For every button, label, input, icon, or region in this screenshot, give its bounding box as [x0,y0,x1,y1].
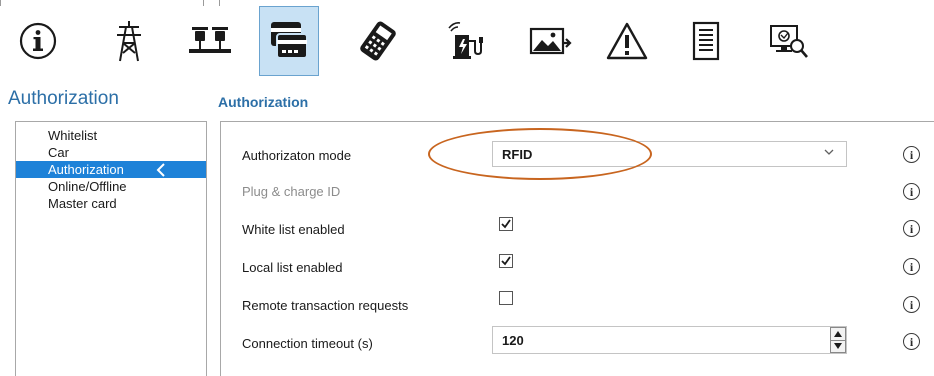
auth-mode-label: Authorizaton mode [242,148,352,163]
white-list-info-icon[interactable]: i [903,220,920,237]
page-title: Authorization [218,94,309,110]
sidebar-item-label: Master card [48,196,117,211]
auth-mode-info-icon[interactable]: i [903,146,920,163]
timeout-label: Connection timeout (s) [242,336,373,351]
image-export-icon [529,27,572,55]
chevron-left-icon [156,161,166,178]
sidebar-item-car[interactable]: Car [16,144,206,161]
white-list-checkbox[interactable] [499,217,513,231]
local-list-label: Local list enabled [242,260,343,275]
document-icon [692,21,720,61]
chevron-down-icon [824,148,834,159]
sidebar-item-whitelist[interactable]: Whitelist [16,127,206,144]
spin-down-button[interactable] [830,340,846,353]
auth-mode-select[interactable]: RFID [492,141,847,167]
plug-charge-info-icon[interactable]: i [903,183,920,200]
toolbar-info-button[interactable] [8,6,68,76]
sidebar-item-master-card[interactable]: Master card [16,195,206,212]
charging-station-icon [448,22,483,59]
card-reader-icon [271,22,308,59]
sidebar-item-label: Authorization [48,162,124,177]
sidebar-item-label: Online/Offline [48,179,127,194]
toolbar-grid-button[interactable] [99,6,159,76]
sidebar-item-online-offline[interactable]: Online/Offline [16,178,206,195]
timeout-spinbox[interactable]: 120 [492,326,847,354]
remote-tx-info-icon[interactable]: i [903,296,920,313]
info-icon [19,22,57,60]
info-glyph: i [909,259,914,274]
checkmark-icon [501,256,511,266]
sidebar-item-authorization[interactable]: Authorization [16,161,206,178]
toolbar-authorization-button[interactable] [259,6,319,76]
toolbar-remote-button[interactable] [758,6,818,76]
info-glyph: i [909,147,914,162]
remote-monitor-icon [770,25,808,58]
sidebar-item-label: Whitelist [48,128,98,143]
scale-icon [189,27,231,53]
remote-tx-checkbox[interactable] [499,291,513,305]
remote-tx-label: Remote transaction requests [242,298,409,313]
warning-icon [606,22,648,60]
sidebar-title: Authorization [8,88,119,109]
white-list-label: White list enabled [242,222,345,237]
toolbar-warning-button[interactable] [597,6,657,76]
triangle-up-icon [834,330,842,337]
auth-mode-value: RFID [502,147,533,162]
toolbar-payment-button[interactable] [348,6,408,76]
sidebar-item-label: Car [48,145,69,160]
timeout-value: 120 [502,333,524,348]
checkmark-icon [501,219,511,229]
timeout-info-icon[interactable]: i [903,333,920,350]
toolbar [0,6,934,76]
info-glyph: i [909,184,914,199]
info-glyph: i [909,221,914,236]
local-list-info-icon[interactable]: i [903,258,920,275]
local-list-checkbox[interactable] [499,254,513,268]
info-glyph: i [909,334,914,349]
spin-buttons [830,327,846,353]
power-pylon-icon [117,21,141,62]
toolbar-document-button[interactable] [676,6,736,76]
info-glyph: i [909,297,914,312]
spin-up-button[interactable] [830,327,846,341]
sidebar: Whitelist Car Authorization Online/Offli… [15,121,207,376]
plug-charge-label: Plug & charge ID [242,184,341,199]
toolbar-charging-button[interactable] [437,6,497,76]
toolbar-meter-button[interactable] [180,6,240,76]
toolbar-image-button[interactable] [520,6,580,76]
payment-terminal-icon [360,21,396,61]
triangle-down-icon [834,343,842,350]
